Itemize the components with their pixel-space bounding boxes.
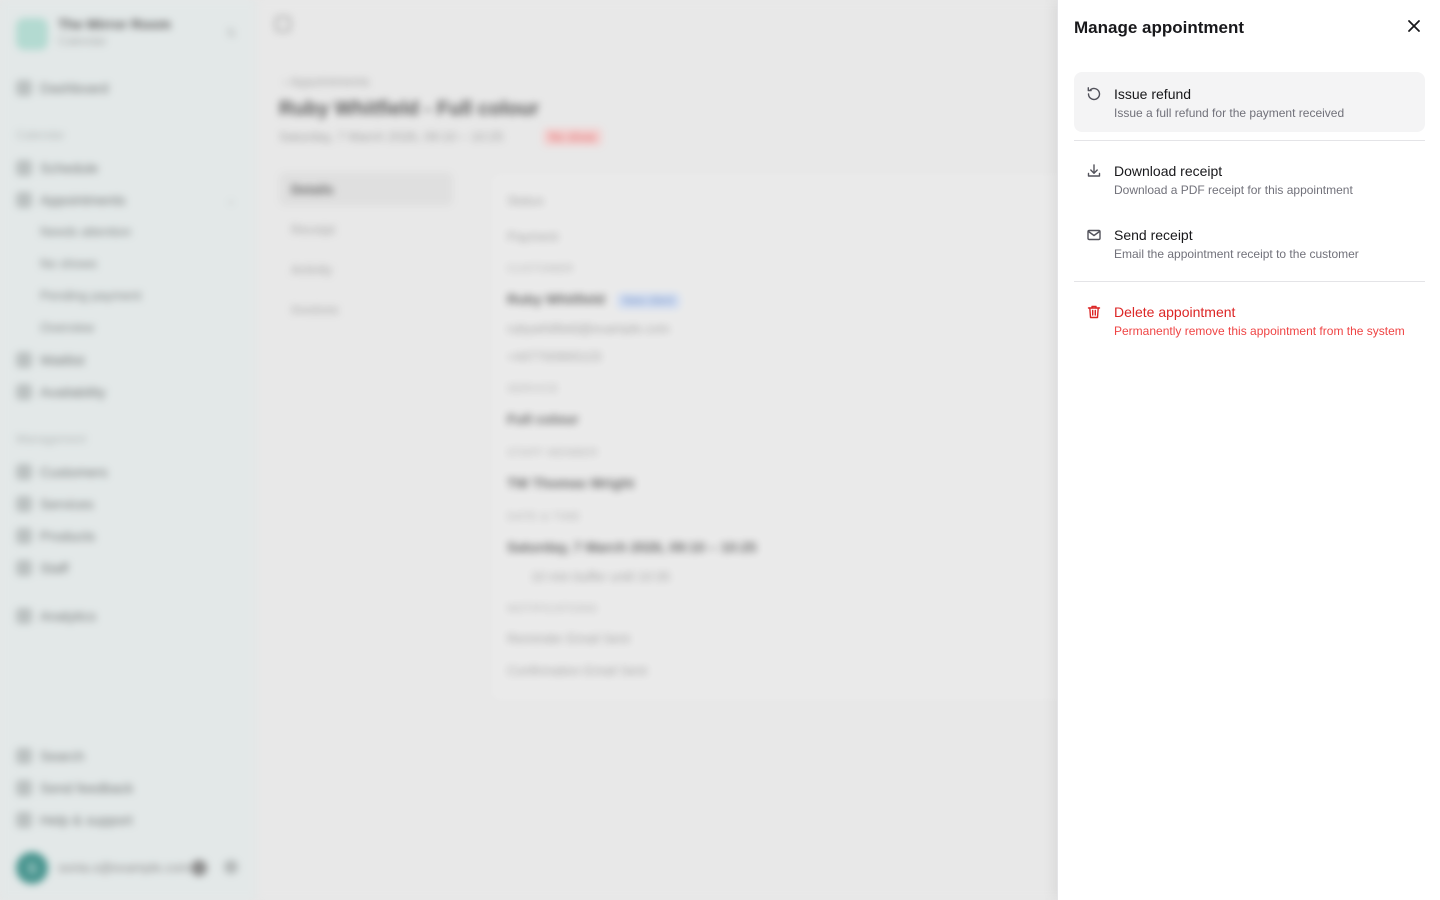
manage-appointment-sheet: Manage appointment Issue refund Issue a …: [1057, 0, 1440, 900]
action-label: Send receipt: [1114, 227, 1193, 243]
download-receipt-button[interactable]: Download receipt Download a PDF receipt …: [1074, 149, 1425, 205]
delete-appointment-button[interactable]: Delete appointment Permanently remove th…: [1074, 290, 1425, 362]
mail-icon: [1087, 229, 1101, 241]
action-label: Delete appointment: [1114, 304, 1236, 320]
download-icon: [1087, 164, 1101, 177]
action-description: Download a PDF receipt for this appointm…: [1114, 183, 1353, 197]
close-button[interactable]: [1404, 16, 1424, 36]
action-description: Email the appointment receipt to the cus…: [1114, 247, 1359, 261]
trash-icon: [1087, 305, 1101, 319]
divider: [1074, 281, 1425, 282]
action-label: Download receipt: [1114, 163, 1223, 179]
action-label: Issue refund: [1114, 86, 1192, 102]
action-description: Issue a full refund for the payment rece…: [1114, 106, 1345, 120]
refresh-icon: [1087, 87, 1101, 101]
action-description: Permanently remove this appointment from…: [1114, 324, 1405, 338]
issue-refund-button[interactable]: Issue refund Issue a full refund for the…: [1074, 72, 1425, 132]
send-receipt-button[interactable]: Send receipt Email the appointment recei…: [1074, 213, 1425, 269]
sheet-title: Manage appointment: [1074, 18, 1245, 37]
modal-overlay[interactable]: [0, 0, 1057, 900]
close-icon: [1408, 20, 1420, 32]
divider: [1074, 140, 1425, 141]
